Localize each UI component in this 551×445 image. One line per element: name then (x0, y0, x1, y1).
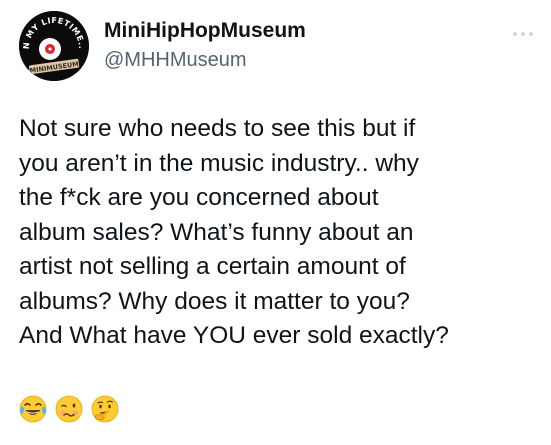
tweet: IN MY LIFETIME... MINIMUSEUM MiniHipHopM… (0, 0, 551, 445)
avatar-logo-icon: IN MY LIFETIME... MINIMUSEUM (19, 11, 89, 81)
more-dot (513, 32, 517, 36)
tweet-text-line: the f*ck are you concerned about (19, 184, 379, 211)
tweet-text: Not sure who needs to see this but if yo… (19, 112, 547, 354)
tweet-text-line: Not sure who needs to see this but if (19, 115, 416, 142)
thinking-face-icon (91, 395, 119, 423)
more-horizontal-icon[interactable] (510, 28, 536, 40)
emoji-row (18, 394, 120, 424)
face-with-tears-of-joy-icon (19, 395, 47, 423)
author-display-name[interactable]: MiniHipHopMuseum (104, 19, 306, 43)
author-handle[interactable]: @MHHMuseum (104, 48, 247, 72)
more-dot (529, 32, 533, 36)
tweet-text-line: albums? Why does it matter to you? (19, 287, 410, 315)
avatar[interactable]: IN MY LIFETIME... MINIMUSEUM (19, 11, 89, 81)
tweet-text-line: artist not selling a certain amount of (19, 253, 406, 280)
more-dot (521, 32, 525, 36)
tweet-text-line: you aren’t in the music industry.. why (19, 149, 419, 177)
tweet-text-line: album sales? What’s funny about an (19, 218, 414, 246)
woozy-face-icon (55, 395, 83, 423)
tweet-text-line: And What have YOU ever sold exactly? (19, 322, 449, 349)
